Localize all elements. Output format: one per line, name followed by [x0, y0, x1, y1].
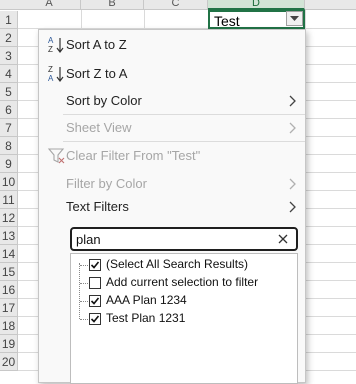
clear-filter-label: Clear Filter From "Test"	[66, 148, 201, 163]
filter-list-item[interactable]: AAA Plan 1234	[89, 292, 294, 310]
sort-by-color-item[interactable]: Sort by Color	[39, 88, 305, 114]
row-header[interactable]: 15	[0, 263, 18, 281]
checkbox-checked[interactable]	[89, 295, 101, 307]
clear-filter-item: Clear Filter From "Test"	[39, 143, 305, 169]
row-header[interactable]: 18	[0, 317, 18, 335]
svg-text:A: A	[48, 36, 54, 45]
tree-connector	[80, 301, 88, 302]
row-header[interactable]: 10	[0, 173, 18, 191]
column-header-a[interactable]: A	[18, 0, 81, 10]
cell-value: Test	[214, 13, 240, 29]
chevron-right-icon	[289, 178, 296, 190]
row-header[interactable]: 16	[0, 281, 18, 299]
filter-dropdown-button[interactable]	[286, 11, 303, 26]
checkmark-icon	[90, 297, 100, 305]
filter-list-item[interactable]: Add current selection to filter	[89, 274, 294, 292]
filter-list-item[interactable]: Test Plan 1231	[89, 310, 294, 328]
row-header[interactable]: 6	[0, 101, 18, 119]
column-header-d[interactable]: D	[208, 0, 305, 10]
row-header[interactable]: 1	[0, 11, 18, 29]
sort-a-to-z-label: Sort A to Z	[66, 37, 127, 52]
row-header[interactable]: 4	[0, 65, 18, 83]
tree-connector	[80, 265, 88, 266]
sort-descending-icon: Z A	[48, 65, 64, 83]
text-filters-item[interactable]: Text Filters	[39, 194, 305, 220]
checkmark-icon	[90, 315, 100, 323]
filter-list-item-label: Add current selection to filter	[106, 275, 259, 289]
menu-separator	[63, 141, 305, 142]
checkmark-icon	[90, 261, 100, 269]
sort-z-to-a-label: Sort Z to A	[66, 66, 128, 81]
column-header-c[interactable]: C	[144, 0, 208, 10]
filter-list-item[interactable]: (Select All Search Results)	[89, 256, 294, 274]
chevron-right-icon	[289, 122, 296, 134]
tree-connector	[80, 319, 88, 320]
row-header[interactable]: 19	[0, 335, 18, 353]
row-header[interactable]: 20	[0, 353, 18, 371]
sheet-view-item: Sheet View	[39, 115, 305, 141]
filter-search-box[interactable]	[70, 227, 298, 251]
filter-values-list[interactable]: (Select All Search Results) Add current s…	[70, 253, 298, 384]
sort-by-color-label: Sort by Color	[66, 93, 142, 108]
clear-search-icon[interactable]	[276, 232, 290, 246]
tree-connector	[80, 283, 88, 284]
checkbox-unchecked[interactable]	[89, 277, 101, 289]
chevron-right-icon	[289, 95, 296, 107]
text-filters-label: Text Filters	[66, 199, 129, 214]
row-header[interactable]: 5	[0, 83, 18, 101]
sheet-view-label: Sheet View	[66, 120, 132, 135]
row-header[interactable]: 2	[0, 29, 18, 47]
row-header[interactable]: 13	[0, 227, 18, 245]
row-header[interactable]: 8	[0, 137, 18, 155]
sort-z-to-a-item[interactable]: Z A Sort Z to A	[39, 61, 305, 87]
row-header[interactable]: 12	[0, 209, 18, 227]
svg-text:Z: Z	[48, 65, 53, 74]
column-header-bar: A B C D	[0, 0, 356, 10]
svg-text:A: A	[48, 74, 54, 83]
filter-list-item-label: AAA Plan 1234	[106, 293, 187, 307]
autofilter-menu: A Z Sort A to Z Z A Sort Z to A Sort by …	[38, 29, 306, 384]
filter-search-input[interactable]	[76, 231, 266, 248]
tree-connector	[79, 263, 80, 319]
row-header[interactable]: 7	[0, 119, 18, 137]
clear-filter-icon	[47, 148, 65, 164]
sort-a-to-z-item[interactable]: A Z Sort A to Z	[39, 32, 305, 58]
svg-text:Z: Z	[48, 45, 53, 54]
filter-list-item-label: Test Plan 1231	[106, 311, 186, 325]
grid-row[interactable]	[18, 11, 356, 29]
filter-by-color-label: Filter by Color	[66, 176, 147, 191]
sort-ascending-icon: A Z	[48, 36, 64, 54]
row-header[interactable]: 9	[0, 155, 18, 173]
checkbox-checked[interactable]	[89, 259, 101, 271]
dropdown-arrow-icon	[290, 15, 299, 21]
row-header[interactable]: 3	[0, 47, 18, 65]
row-header[interactable]: 17	[0, 299, 18, 317]
row-header[interactable]: 11	[0, 191, 18, 209]
filter-list-item-label: (Select All Search Results)	[106, 257, 249, 271]
row-header[interactable]: 14	[0, 245, 18, 263]
checkbox-checked[interactable]	[89, 313, 101, 325]
chevron-right-icon	[289, 201, 296, 213]
column-header-b[interactable]: B	[81, 0, 144, 10]
